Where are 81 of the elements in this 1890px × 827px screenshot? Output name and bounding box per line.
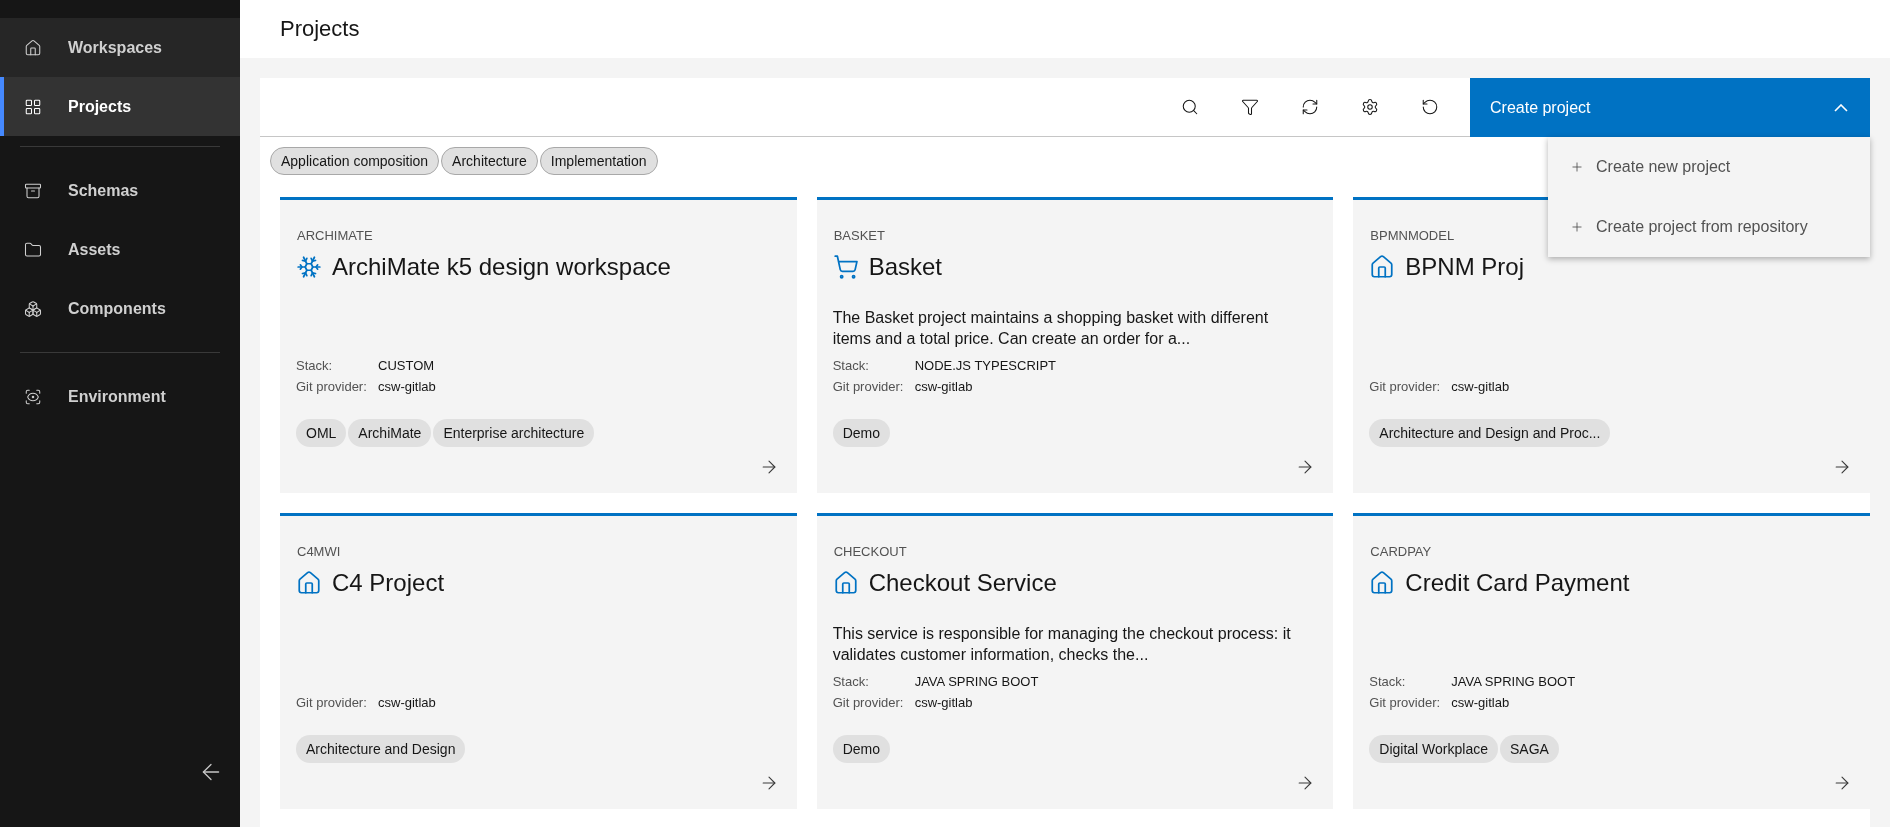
house-icon (832, 570, 859, 596)
grid-icon (24, 97, 42, 116)
project-card[interactable]: ARCHIMATE ArchiMate k5 design workspace Stack: CUSTOM Git provider: csw-gitlab OML ArchiMate Enterprise architecture (280, 197, 797, 493)
meta-value: csw-gitlab (378, 378, 437, 396)
meta-label: Stack: (1369, 673, 1407, 691)
nav-item[interactable]: Schemas (0, 161, 240, 220)
project-category: BPMNMODEL (1370, 228, 1456, 243)
project-card[interactable]: CARDPAY Credit Card Payment Stack: JAVA SPRING BOOT Git provider: csw-gitlab Digital Workplace SAGA (1353, 513, 1870, 809)
meta-label: Git provider: (296, 378, 368, 396)
project-category: CHECKOUT (833, 544, 908, 559)
reset-icon (1421, 98, 1439, 116)
nav-item[interactable]: Components (0, 279, 240, 338)
project-title: C4 Project (332, 569, 445, 597)
project-category: BASKET (833, 228, 886, 243)
plus-icon (1570, 220, 1584, 234)
project-category: ARCHIMATE (297, 228, 374, 243)
menu-item[interactable]: Create project from repository (1548, 197, 1870, 257)
meta-value: NODE.JS TYPESCRIPT (914, 357, 1057, 375)
cart-icon (832, 254, 859, 280)
chevron-up-icon (1834, 103, 1848, 112)
tag: Architecture and Design (296, 735, 466, 763)
project-title: ArchiMate k5 design workspace (332, 253, 671, 281)
house-icon (1369, 570, 1396, 596)
project-card[interactable]: C4MWI C4 Project Git provider: csw-gitlab Architecture and Design (280, 513, 797, 809)
project-title: Basket (868, 253, 943, 281)
project-title: BPNM Proj (1405, 253, 1524, 281)
project-card[interactable]: BASKET Basket The Basket project maintains a shopping basket with different items and a total price. Can create an order for a... Stack: NODE.JS TYPESCRIPT Git provider: csw-gitlab Demo (816, 197, 1334, 493)
tag: ArchiMate (348, 419, 432, 447)
nav-item[interactable]: Workspaces (0, 18, 240, 77)
meta-label: Git provider: (1369, 694, 1442, 712)
meta-value: csw-gitlab (378, 694, 437, 712)
filter-icon (1241, 98, 1259, 116)
search-icon (1181, 98, 1199, 116)
meta-value: CUSTOM (378, 357, 436, 375)
window-eye-icon (24, 387, 42, 406)
meta-label: Git provider: (832, 694, 905, 712)
project-title: Checkout Service (868, 569, 1057, 597)
project-category: C4MWI (297, 544, 342, 559)
meta-label: Stack: (296, 357, 334, 375)
folder-icon (24, 240, 42, 259)
tag: Architecture and Design and Proc... (1369, 419, 1611, 447)
snowflake-icon (296, 254, 322, 280)
meta-label: Git provider: (296, 694, 368, 712)
filter-chip[interactable]: Application composition (270, 147, 440, 175)
nav-item[interactable]: Environment (0, 367, 240, 426)
archive-icon (24, 181, 42, 200)
project-description: This service is responsible for managing the checkout process: it validates customer information, checks the... (832, 624, 1292, 665)
meta-value: JAVA SPRING BOOT (1451, 673, 1577, 691)
meta-value: csw-gitlab (914, 378, 974, 396)
nav-item[interactable]: Projects (0, 77, 240, 136)
tag: SAGA (1500, 735, 1559, 763)
project-title: Credit Card Payment (1405, 569, 1630, 597)
settings-icon (1361, 98, 1379, 116)
tag: Enterprise architecture (433, 419, 595, 447)
tag: Demo (832, 735, 890, 763)
nav-item[interactable]: Assets (0, 220, 240, 279)
cubes-icon (24, 299, 42, 318)
plus-icon (1570, 160, 1584, 174)
filter-chip[interactable]: Architecture (441, 147, 538, 175)
tag: Digital Workplace (1369, 735, 1498, 763)
house-icon (296, 570, 322, 596)
filter-chip[interactable]: Implementation (539, 147, 658, 175)
meta-value: csw-gitlab (914, 694, 974, 712)
project-category: CARDPAY (1370, 544, 1433, 559)
meta-value: csw-gitlab (1451, 378, 1511, 396)
meta-value: csw-gitlab (1451, 694, 1511, 712)
home-icon (24, 38, 42, 57)
refresh-icon (1301, 98, 1319, 116)
project-description: The Basket project maintains a shopping basket with different items and a total price. Can create an order for a... (832, 308, 1270, 349)
menu-item[interactable]: Create new project (1548, 137, 1870, 197)
meta-label: Git provider: (832, 378, 905, 396)
create-project-button[interactable]: Create project (1470, 78, 1870, 137)
page-title: Projects (280, 16, 360, 42)
meta-label: Git provider: (1369, 378, 1442, 396)
meta-value: JAVA SPRING BOOT (914, 673, 1040, 691)
tag: OML (296, 419, 347, 447)
house-icon (1369, 254, 1396, 280)
meta-label: Stack: (832, 357, 870, 375)
project-card[interactable]: CHECKOUT Checkout Service This service is responsible for managing the checkout process: it validates customer information, checks the... Stack: JAVA SPRING BOOT Git provider: csw-gitlab Demo (816, 513, 1334, 809)
tag: Demo (832, 419, 890, 447)
meta-label: Stack: (832, 673, 870, 691)
